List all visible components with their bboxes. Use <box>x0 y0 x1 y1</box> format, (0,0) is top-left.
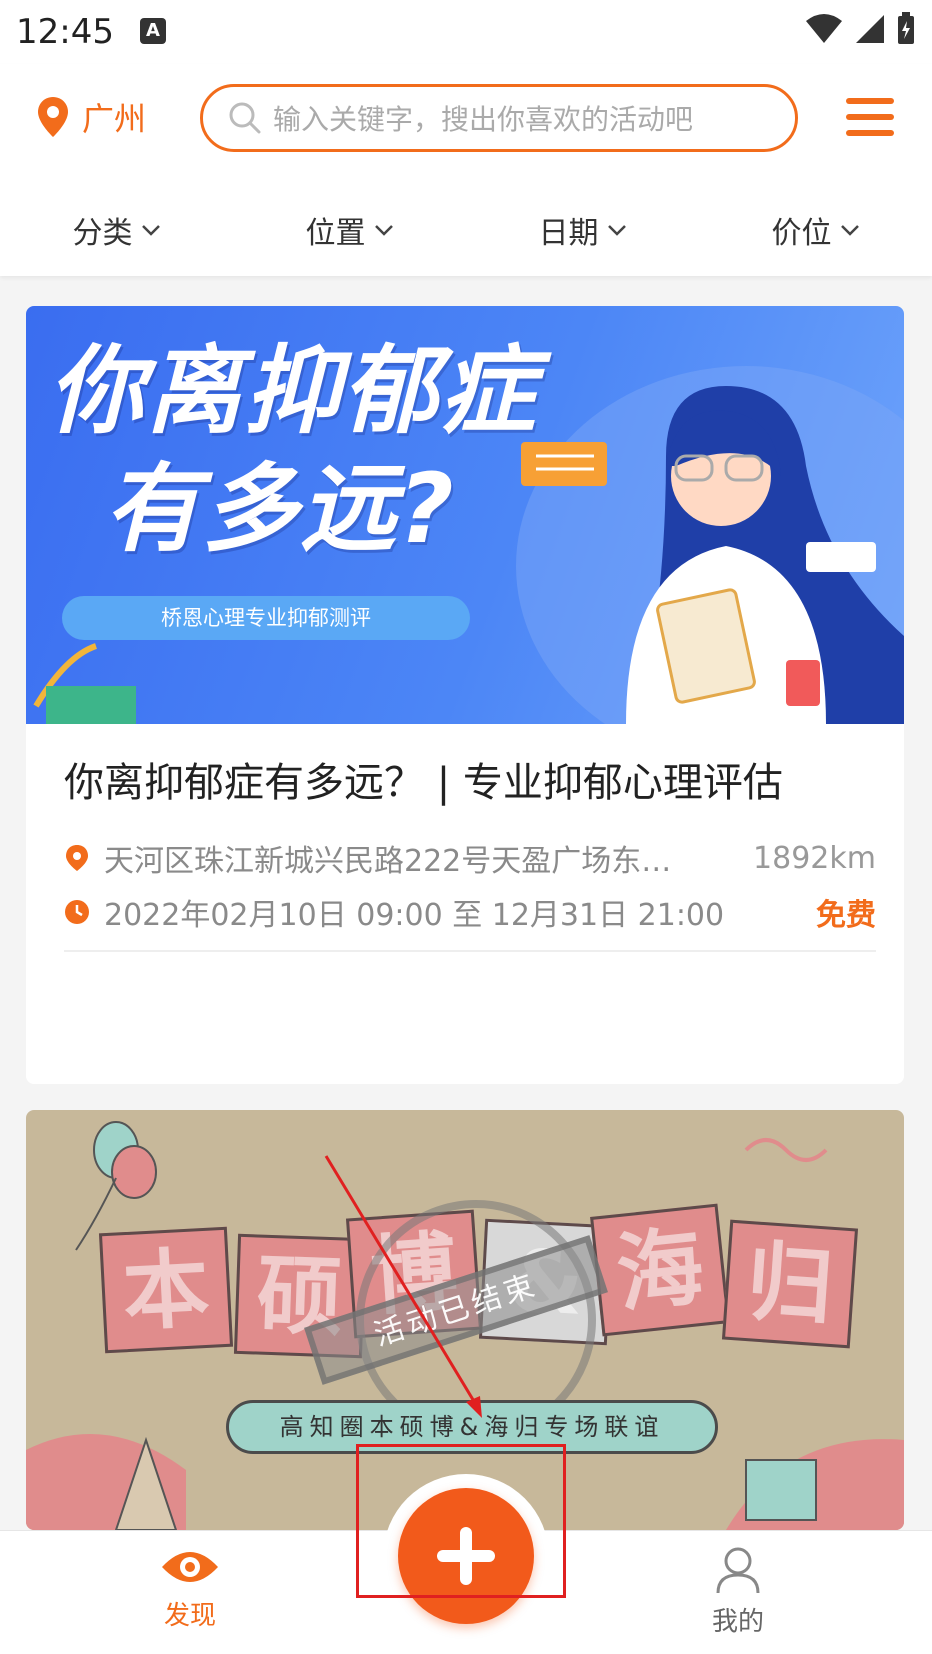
plus-icon <box>437 1527 495 1585</box>
filter-bar: 分类 位置 日期 价位 <box>0 200 932 260</box>
clock-icon <box>65 900 89 924</box>
banner-tile: 海 <box>590 1203 730 1337</box>
accessibility-icon: A <box>140 18 166 44</box>
filter-label: 位置 <box>305 216 366 251</box>
banner-tile: 本 <box>98 1226 234 1354</box>
wifi-icon <box>806 14 842 43</box>
search-placeholder: 输入关键字，搜出你喜欢的活动吧 <box>273 103 694 136</box>
nav-discover[interactable]: 发现 <box>120 1545 260 1632</box>
status-icons <box>804 12 916 46</box>
filter-label: 价位 <box>771 216 832 251</box>
banner-subtitle: 高知圈本硕博&海归专场联谊 <box>226 1400 718 1454</box>
event-address: 天河区珠江新城兴民路222号天盈广场东… <box>104 844 672 879</box>
filter-label: 分类 <box>72 216 133 251</box>
search-input[interactable]: 输入关键字，搜出你喜欢的活动吧 <box>200 84 798 152</box>
event-banner: 本 硕 博 & 海 归 活动已结束 高知圈本硕博&海归专场联谊 <box>26 1110 904 1530</box>
event-title: 你离抑郁症有多远？ | 专业抑郁心理评估 <box>64 760 783 806</box>
chevron-down-icon <box>607 225 626 236</box>
event-time-row: 2022年02月10日 09:00 至 12月31日 21:00 免费 <box>64 890 876 934</box>
filter-price[interactable]: 价位 <box>699 200 932 260</box>
nav-mine-label: 我的 <box>711 1607 764 1637</box>
menu-icon[interactable] <box>846 98 894 136</box>
filter-label: 日期 <box>538 216 599 251</box>
header: 广州 输入关键字，搜出你喜欢的活动吧 分类 位置 日期 价位 <box>0 64 932 276</box>
event-time: 2022年02月10日 09:00 至 12月31日 21:00 <box>104 898 725 933</box>
location-pin-icon <box>66 845 88 871</box>
event-card[interactable]: 你离抑郁症 有多远? 桥恩心理专业抑郁测评 你离抑郁症有多远？ | 专业抑郁心理… <box>26 306 904 1084</box>
filter-category[interactable]: 分类 <box>0 200 233 260</box>
location-pin-icon <box>38 97 68 137</box>
filter-date[interactable]: 日期 <box>466 200 699 260</box>
filter-location[interactable]: 位置 <box>233 200 466 260</box>
search-icon <box>229 102 261 134</box>
status-time: 12:45 <box>16 12 114 52</box>
signal-icon <box>856 15 884 43</box>
user-icon <box>716 1547 760 1594</box>
event-location-row: 天河区珠江新城兴民路222号天盈广场东… 1892km <box>64 836 876 880</box>
divider <box>64 950 876 952</box>
chevron-down-icon <box>374 225 393 236</box>
event-banner: 你离抑郁症 有多远? 桥恩心理专业抑郁测评 <box>26 306 904 724</box>
city-selector[interactable]: 广州 <box>36 94 146 140</box>
event-price: 免费 <box>816 898 876 933</box>
city-label: 广州 <box>82 100 147 138</box>
chevron-down-icon <box>141 225 160 236</box>
nav-discover-label: 发现 <box>163 1601 216 1631</box>
add-event-button[interactable] <box>398 1488 534 1624</box>
event-card[interactable]: 本 硕 博 & 海 归 活动已结束 高知圈本硕博&海归专场联谊 <box>26 1110 904 1530</box>
nav-mine[interactable]: 我的 <box>668 1545 808 1638</box>
banner-tile: 归 <box>721 1219 859 1349</box>
doctor-illustration <box>33 366 904 724</box>
eye-icon <box>162 1552 218 1582</box>
chevron-down-icon <box>840 225 859 236</box>
status-bar: 12:45 A <box>0 0 932 64</box>
battery-icon <box>898 12 914 44</box>
event-distance: 1892km <box>753 840 876 876</box>
